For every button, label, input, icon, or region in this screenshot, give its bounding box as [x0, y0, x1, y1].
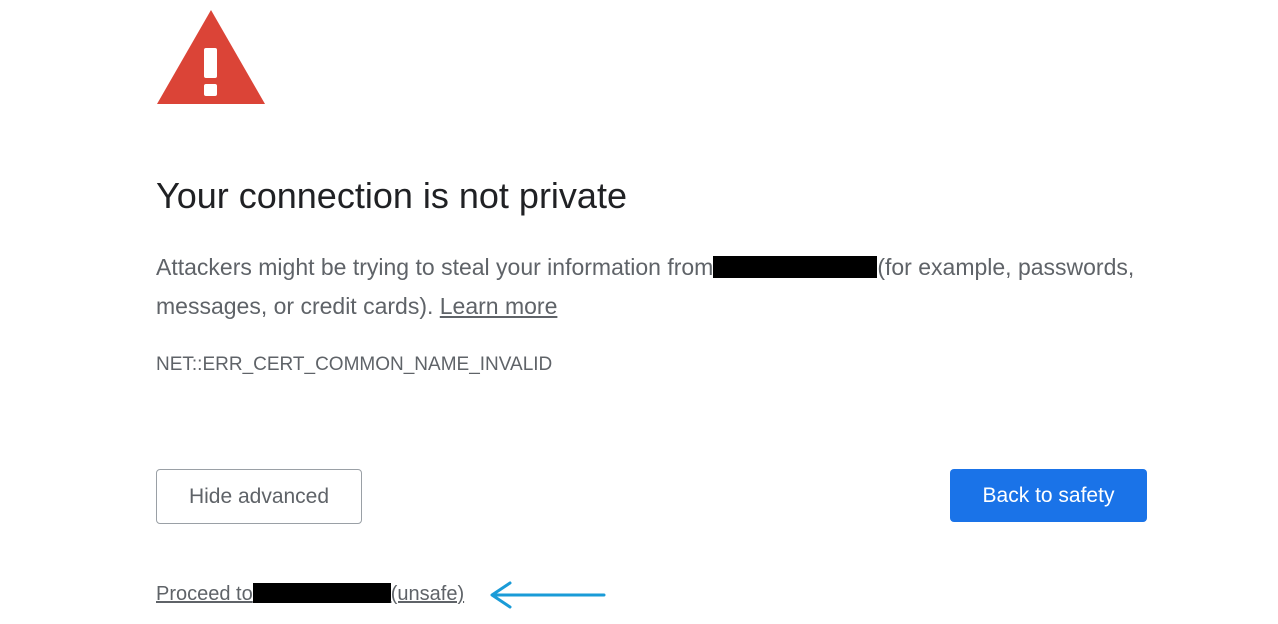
arrow-left-icon — [490, 581, 606, 609]
redacted-proceed-hostname — [252, 582, 391, 603]
hide-advanced-button[interactable]: Hide advanced — [156, 469, 362, 524]
proceed-unsafe-link[interactable]: Proceed to (unsafe) — [156, 580, 464, 608]
back-to-safety-button[interactable]: Back to safety — [950, 469, 1147, 522]
redacted-hostname — [713, 255, 878, 278]
proceed-suffix: (unsafe) — [390, 583, 465, 605]
error-description: Attackers might be trying to steal your … — [156, 248, 1156, 326]
error-code: NET::ERR_CERT_COMMON_NAME_INVALID — [156, 354, 553, 375]
page-title: Your connection is not private — [156, 175, 627, 216]
warning-triangle-icon — [157, 10, 265, 104]
proceed-prefix: Proceed to — [156, 583, 253, 605]
learn-more-link[interactable]: Learn more — [440, 293, 558, 319]
description-text-start: Attackers might be trying to steal your … — [156, 254, 714, 280]
